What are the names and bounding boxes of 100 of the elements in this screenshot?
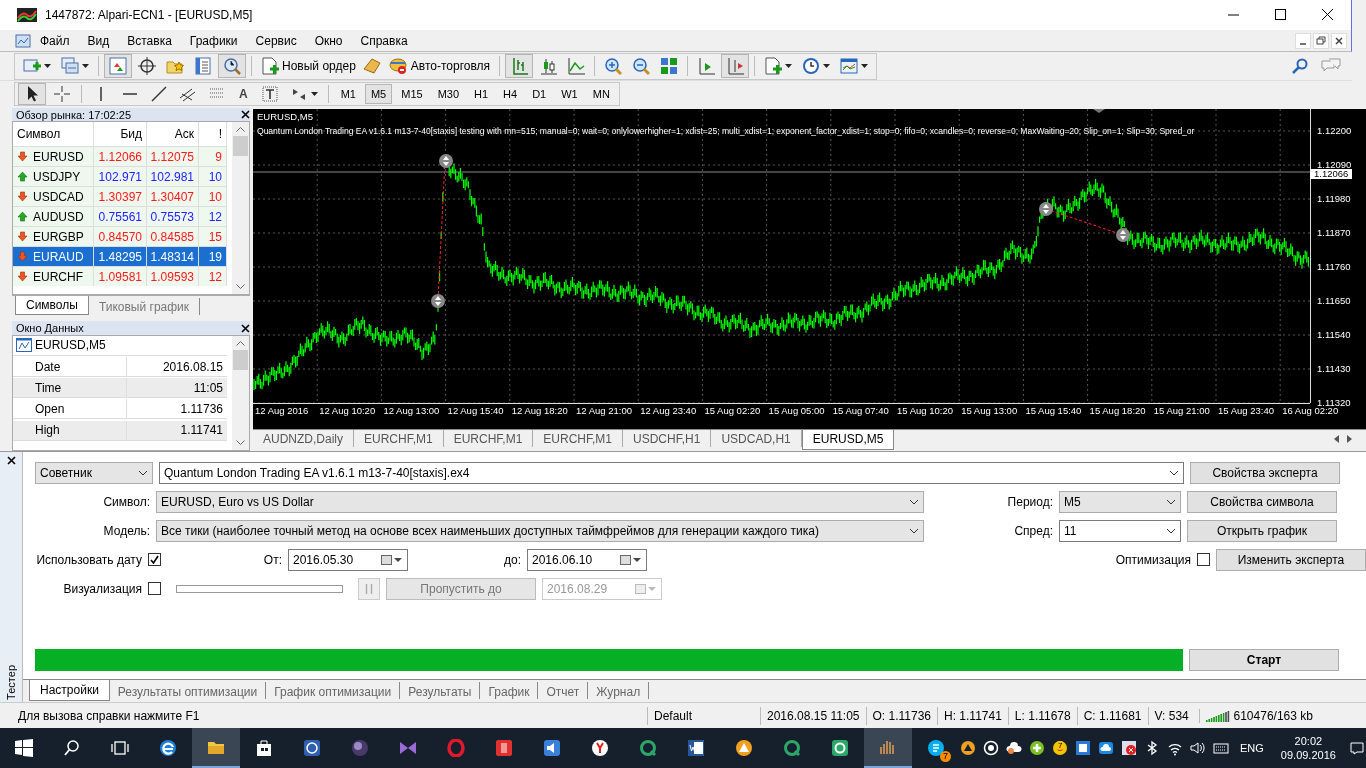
scroll-right-icon[interactable] <box>1347 434 1352 443</box>
app-icon[interactable] <box>495 739 513 757</box>
menu-item[interactable]: Вставка <box>118 33 181 48</box>
menu-item[interactable]: Графики <box>180 33 247 48</box>
action-button[interactable]: Свойства эксперта <box>1190 461 1340 484</box>
action-button[interactable]: Открыть график <box>1187 519 1337 542</box>
caret-icon[interactable] <box>82 64 89 69</box>
triangle-app-icon[interactable] <box>735 739 753 757</box>
chart-template-icon[interactable] <box>840 57 859 76</box>
zoom-out-icon[interactable] <box>632 57 651 76</box>
text-label-icon[interactable] <box>260 84 279 103</box>
close-icon[interactable] <box>241 110 250 120</box>
auto-trading-button[interactable]: Авто-торговля <box>383 55 495 78</box>
bars-app-icon[interactable] <box>879 738 897 756</box>
bar-chart-icon[interactable] <box>510 57 529 76</box>
chart-scroll-icon[interactable] <box>697 57 716 76</box>
symbol-cell[interactable]: EURAUD <box>13 247 94 268</box>
network-app-icon[interactable] <box>1075 740 1091 756</box>
arrows-window-icon[interactable] <box>109 57 127 76</box>
line-chart-icon[interactable] <box>567 57 586 76</box>
windows-logo-icon[interactable] <box>15 739 33 757</box>
skip-button[interactable]: Пропустить до <box>386 577 536 600</box>
close-icon[interactable] <box>1322 9 1333 21</box>
column-header[interactable]: ! <box>199 122 227 148</box>
crosshair-icon[interactable] <box>138 57 156 76</box>
minimize-icon[interactable] <box>1295 32 1311 49</box>
date-field[interactable]: 2016.05.30 <box>288 548 408 571</box>
menu-item[interactable]: Окно <box>305 33 352 48</box>
help-icon[interactable] <box>303 739 321 757</box>
text-tool-button[interactable]: A <box>233 86 254 101</box>
timeframe-button[interactable]: H4 <box>497 83 524 104</box>
restore-icon[interactable] <box>1313 32 1329 49</box>
scrollbar-thumb[interactable] <box>233 136 248 157</box>
caret-icon[interactable] <box>785 64 793 69</box>
trend-line-icon[interactable] <box>150 84 168 103</box>
scroll-up-icon[interactable] <box>236 126 245 133</box>
symbol-cell[interactable]: USDCAD <box>13 187 94 208</box>
tester-tab[interactable]: Результаты оптимизации <box>109 682 267 700</box>
close-icon[interactable] <box>241 323 250 333</box>
speaker-icon[interactable] <box>543 739 561 757</box>
clock-magnifier-icon[interactable] <box>223 57 241 76</box>
symbol-cell[interactable]: EURGBP <box>13 227 94 248</box>
spread-select[interactable]: 11 <box>1059 519 1181 542</box>
column-header[interactable]: Символ <box>13 122 94 148</box>
menu-item[interactable]: Вид <box>78 33 119 48</box>
caret-icon[interactable] <box>823 64 831 69</box>
panel-tab[interactable]: Тиковый график <box>88 298 201 316</box>
sphere-icon[interactable] <box>351 739 369 757</box>
tester-tab[interactable]: Отчет <box>538 682 589 700</box>
timeframe-button[interactable]: H1 <box>468 83 495 104</box>
menu-item[interactable]: Файл <box>31 33 79 48</box>
checkbox[interactable] <box>148 553 161 567</box>
volume-icon[interactable] <box>1190 740 1206 756</box>
symbol-cell[interactable]: EURUSD <box>13 147 94 168</box>
tester-tab[interactable]: График <box>480 682 539 700</box>
ingot-icon[interactable] <box>361 57 382 76</box>
column-header[interactable]: Бид <box>94 122 147 148</box>
clock-date[interactable]: 09.09.2016 <box>1280 748 1336 762</box>
tester-tab[interactable]: График оптимизации <box>266 682 401 700</box>
menu-item[interactable]: Сервис <box>246 33 306 48</box>
timeframe-button[interactable]: M30 <box>431 83 466 104</box>
chart-tab[interactable]: USDCHF,H1 <box>623 429 712 447</box>
cloud-icon[interactable] <box>1098 740 1114 756</box>
candlestick-icon[interactable] <box>539 57 558 76</box>
tester-tab[interactable]: Результаты <box>400 682 481 700</box>
browser-icon[interactable] <box>159 739 177 757</box>
mode-select[interactable]: Советник <box>35 461 153 484</box>
notification-icon[interactable] <box>1348 740 1365 756</box>
chart-tab[interactable]: EURUSD,M5 <box>801 429 895 450</box>
menu-item[interactable]: Справка <box>351 33 417 48</box>
timeframe-button[interactable]: D1 <box>526 83 553 104</box>
chart-tab[interactable]: EURCHF,M1 <box>354 429 444 447</box>
list-window-icon[interactable] <box>194 57 212 76</box>
task-view-icon[interactable] <box>111 739 129 757</box>
symbol-cell[interactable]: USDJPY <box>13 167 94 188</box>
scroll-down-icon[interactable] <box>236 439 245 446</box>
language-indicator[interactable]: ENG <box>1240 742 1264 754</box>
circle-app-icon[interactable] <box>591 739 609 757</box>
caret-icon[interactable] <box>44 64 51 69</box>
shopping-bag-icon[interactable] <box>255 739 273 757</box>
scroll-up-icon[interactable] <box>236 339 245 346</box>
ring-icon[interactable] <box>447 739 465 757</box>
search-icon[interactable] <box>63 739 81 757</box>
scroll-down-icon[interactable] <box>236 284 245 291</box>
document-plus-icon[interactable] <box>764 57 783 76</box>
checkbox[interactable] <box>148 582 161 596</box>
action-button[interactable]: Старт <box>1189 649 1339 672</box>
caret-icon[interactable] <box>861 64 869 69</box>
timeframe-button[interactable]: M1 <box>334 83 362 104</box>
action-button[interactable]: Изменить эксперта <box>1216 548 1366 571</box>
zoom-in-icon[interactable] <box>604 57 623 76</box>
chart-tab[interactable]: EURCHF,M1 <box>533 429 624 447</box>
tester-tab[interactable]: Настройки <box>29 680 110 702</box>
chart-shift-icon[interactable] <box>726 57 745 76</box>
keyboard-icon[interactable] <box>1213 740 1229 756</box>
crosshair-lines-icon[interactable] <box>53 84 71 103</box>
chart-tab[interactable]: EURCHF,M1 <box>443 429 534 447</box>
document-icon[interactable] <box>687 739 705 757</box>
clock-time[interactable]: 20:02 <box>1294 734 1323 748</box>
timeframe-button[interactable]: MN <box>586 83 616 104</box>
